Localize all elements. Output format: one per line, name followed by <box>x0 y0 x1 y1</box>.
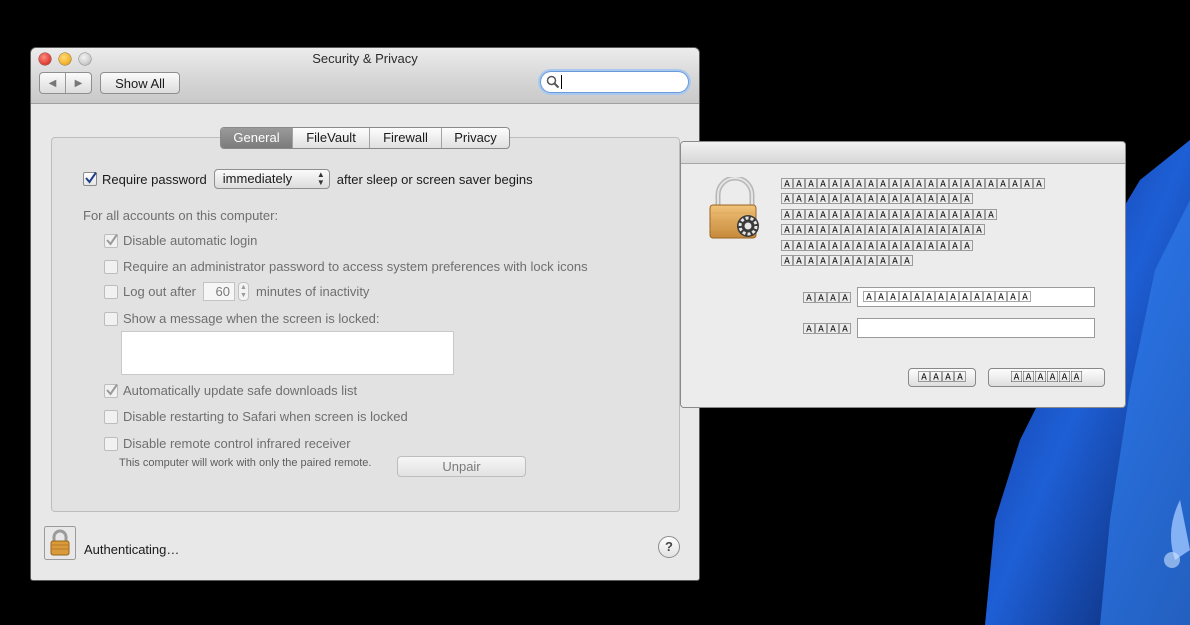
authenticating-status: Authenticating… <box>84 542 180 557</box>
require-password-select[interactable]: immediately ▲ ▼ <box>213 169 330 189</box>
authentication-dialog: 🄰🄰🄰🄰🄰🄰🄰🄰🄰🄰🄰🄰🄰🄰🄰🄰🄰🄰🄰🄰🄰🄰 🄰🄰🄰🄰🄰🄰🄰🄰🄰🄰🄰🄰🄰🄰🄰🄰 … <box>681 142 1125 407</box>
search-field[interactable] <box>541 72 688 92</box>
password-label: 🄰🄰🄰🄰 <box>802 322 851 336</box>
tab-privacy[interactable]: Privacy <box>442 128 509 148</box>
require-password-suffix: after sleep or screen saver begins <box>336 171 533 187</box>
disable-auto-login-label: Disable automatic login <box>123 233 258 248</box>
search-icon <box>546 75 560 89</box>
show-message-row: Show a message when the screen is locked… <box>104 311 380 326</box>
tab-filevault[interactable]: FileVault <box>293 128 370 148</box>
auth-message-line: 🄰🄰🄰🄰🄰🄰🄰🄰🄰🄰🄰🄰🄰🄰🄰🄰🄰🄰 <box>781 207 998 222</box>
disable-safari-row: Disable restarting to Safari when screen… <box>104 409 408 424</box>
lock-icon[interactable] <box>44 526 76 560</box>
auth-message-line: 🄰🄰🄰🄰🄰🄰🄰🄰🄰🄰🄰 <box>781 254 914 269</box>
password-field[interactable] <box>857 318 1095 338</box>
window-titlebar: Security & Privacy ◀ ▶ Show All <box>31 48 699 104</box>
dialog-titlebar <box>681 142 1125 164</box>
auto-update-checkbox[interactable] <box>104 383 118 398</box>
disable-safari-label: Disable restarting to Safari when screen… <box>123 409 408 424</box>
updown-arrows-icon: ▲ ▼ <box>316 170 325 187</box>
auth-message-line: 🄰🄰🄰🄰🄰🄰🄰🄰🄰🄰🄰🄰🄰🄰🄰🄰 <box>781 238 974 253</box>
ir-note: This computer will work with only the pa… <box>119 457 372 469</box>
text-caret <box>561 75 562 89</box>
cancel-button[interactable]: 🄰🄰🄰🄰 <box>908 368 976 387</box>
tab-general[interactable]: General <box>221 128 293 148</box>
disable-ir-row: Disable remote control infrared receiver <box>104 436 351 451</box>
logout-checkbox[interactable] <box>104 284 118 299</box>
locked-padlock-gear-icon <box>709 177 759 239</box>
require-admin-label: Require an administrator password to acc… <box>123 259 588 274</box>
tab-firewall[interactable]: Firewall <box>370 128 442 148</box>
logout-label: Log out after <box>123 284 196 299</box>
require-password-checkbox[interactable] <box>83 171 97 186</box>
show-message-checkbox[interactable] <box>104 311 118 326</box>
disable-ir-label: Disable remote control infrared receiver <box>123 436 351 451</box>
show-all-button[interactable]: Show All <box>100 72 180 94</box>
help-button[interactable]: ? <box>658 536 680 558</box>
name-field[interactable]: 🄰🄰🄰🄰🄰🄰🄰🄰🄰🄰🄰🄰🄰🄰 <box>857 287 1095 307</box>
ok-button[interactable]: 🄰🄰🄰🄰🄰🄰 <box>988 368 1105 387</box>
disable-safari-checkbox[interactable] <box>104 409 118 424</box>
checkmark-icon <box>85 171 97 184</box>
back-button[interactable]: ◀ <box>40 73 66 93</box>
auth-message: 🄰🄰🄰🄰🄰🄰🄰🄰🄰🄰🄰🄰🄰🄰🄰🄰🄰🄰🄰🄰🄰🄰 🄰🄰🄰🄰🄰🄰🄰🄰🄰🄰🄰🄰🄰🄰🄰🄰 … <box>781 177 1099 269</box>
name-label: 🄰🄰🄰🄰 <box>802 291 851 305</box>
require-admin-checkbox[interactable] <box>104 259 118 274</box>
lock-message-textarea[interactable] <box>121 331 454 375</box>
auth-message-line: 🄰🄰🄰🄰🄰🄰🄰🄰🄰🄰🄰🄰🄰🄰🄰🄰🄰 <box>781 223 986 238</box>
logout-minutes-stepper[interactable]: ▲ ▼ <box>238 282 249 301</box>
disable-ir-checkbox[interactable] <box>104 436 118 451</box>
auto-update-label: Automatically update safe downloads list <box>123 383 358 398</box>
show-message-label: Show a message when the screen is locked… <box>123 311 380 326</box>
disable-auto-login-checkbox[interactable] <box>104 233 118 248</box>
checkmark-icon <box>106 383 118 396</box>
disable-auto-login-row: Disable automatic login <box>104 233 257 248</box>
checkmark-icon <box>106 233 118 246</box>
security-privacy-window: Security & Privacy ◀ ▶ Show All General … <box>31 48 699 580</box>
window-title: Security & Privacy <box>312 51 418 66</box>
auth-message-line: 🄰🄰🄰🄰🄰🄰🄰🄰🄰🄰🄰🄰🄰🄰🄰🄰🄰🄰🄰🄰🄰🄰 <box>781 177 1046 191</box>
unpair-button[interactable]: Unpair <box>397 456 526 477</box>
auth-message-line: 🄰🄰🄰🄰🄰🄰🄰🄰🄰🄰🄰🄰🄰🄰🄰🄰 <box>781 192 974 207</box>
require-password-label: Require password <box>102 171 207 187</box>
auto-update-row: Automatically update safe downloads list <box>104 383 357 398</box>
require-admin-row: Require an administrator password to acc… <box>104 259 588 274</box>
require-password-row: Require password immediately ▲ ▼ after sl… <box>83 169 533 189</box>
logout-row: Log out after 60 ▲ ▼ minutes of inactivit… <box>104 282 369 301</box>
back-forward-control: ◀ ▶ <box>39 72 92 94</box>
require-password-select-value: immediately <box>222 171 293 186</box>
logout-suffix: minutes of inactivity <box>256 284 370 299</box>
all-accounts-heading: For all accounts on this computer: <box>83 208 279 223</box>
forward-button[interactable]: ▶ <box>66 73 91 93</box>
logout-minutes-field[interactable]: 60 <box>203 282 235 301</box>
tab-bar: General FileVault Firewall Privacy <box>220 127 510 149</box>
